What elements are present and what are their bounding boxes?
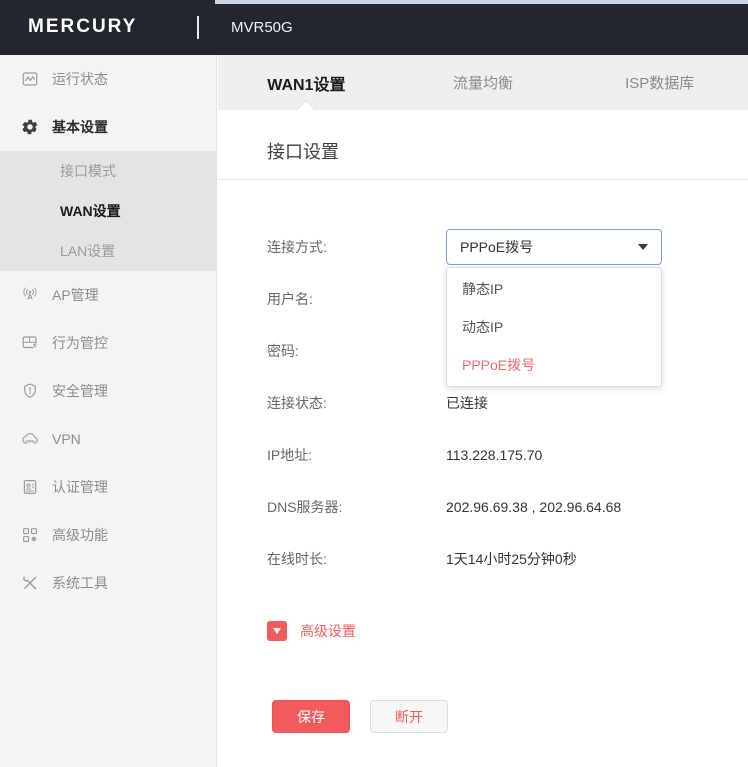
- tab-wan1-settings[interactable]: WAN1设置: [218, 55, 395, 110]
- dns-server-value: 202.96.69.38 , 202.96.64.68: [446, 499, 621, 515]
- id-card-icon: [21, 478, 39, 496]
- connection-type-value: PPPoE拨号: [460, 237, 533, 257]
- sidebar-item-security-management[interactable]: 安全管理: [0, 367, 216, 415]
- sidebar-item-label: VPN: [52, 431, 81, 447]
- advanced-grid-icon: [21, 526, 39, 544]
- sidebar-item-label: 行为管控: [52, 333, 108, 353]
- tab-traffic-balance[interactable]: 流量均衡: [395, 55, 572, 110]
- sidebar-item-running-status[interactable]: 运行状态: [0, 55, 216, 103]
- shield-icon: [21, 382, 39, 400]
- sidebar-item-label: 高级功能: [52, 525, 108, 545]
- form-buttons: 保存 断开: [272, 700, 748, 733]
- dropdown-option-dynamic-ip[interactable]: 动态IP: [447, 308, 661, 346]
- sidebar-item-label: 认证管理: [52, 477, 108, 497]
- connection-status-value: 已连接: [446, 393, 488, 413]
- advanced-settings-toggle[interactable]: 高级设置: [267, 605, 397, 657]
- password-label: 密码:: [267, 341, 446, 361]
- header-divider: [197, 16, 199, 39]
- uptime-row: 在线时长: 1天14小时25分钟0秒: [267, 533, 748, 585]
- username-label: 用户名:: [267, 289, 446, 309]
- tools-icon: [21, 574, 39, 592]
- connection-type-select[interactable]: PPPoE拨号: [446, 229, 662, 265]
- submenu-item-lan-settings[interactable]: LAN设置: [0, 231, 216, 271]
- sidebar-item-auth-management[interactable]: 认证管理: [0, 463, 216, 511]
- submenu-item-interface-mode[interactable]: 接口模式: [0, 151, 216, 191]
- top-edge-strip: [215, 0, 748, 4]
- sidebar-item-ap-management[interactable]: AP管理: [0, 271, 216, 319]
- tab-bar: WAN1设置 流量均衡 ISP数据库: [218, 55, 748, 110]
- triangle-down-icon: [273, 628, 281, 634]
- submenu-item-wan-settings[interactable]: WAN设置: [0, 191, 216, 231]
- dns-server-row: DNS服务器: 202.96.69.38 , 202.96.64.68: [267, 481, 748, 533]
- svg-text:VPN: VPN: [25, 439, 34, 444]
- chevron-down-icon: [638, 244, 648, 250]
- dropdown-option-static-ip[interactable]: 静态IP: [447, 270, 661, 308]
- ap-antenna-icon: [21, 286, 39, 304]
- connection-type-dropdown: 静态IP 动态IP PPPoE拨号: [446, 267, 662, 387]
- sidebar-item-advanced-functions[interactable]: 高级功能: [0, 511, 216, 559]
- wan-settings-form: 连接方式: PPPoE拨号 静态IP 动态IP PPPoE拨号 用户名: 密码:…: [218, 180, 748, 733]
- brand-logo: MERCURY: [28, 16, 137, 38]
- behavior-control-icon: [21, 334, 39, 352]
- uptime-value: 1天14小时25分钟0秒: [446, 549, 577, 569]
- connection-status-label: 连接状态:: [267, 393, 446, 413]
- tab-isp-database[interactable]: ISP数据库: [571, 55, 748, 110]
- sidebar-item-label: 安全管理: [52, 381, 108, 401]
- ip-address-value: 113.228.175.70: [446, 447, 542, 463]
- sidebar-item-label: 基本设置: [52, 117, 108, 137]
- gear-icon: [21, 118, 39, 136]
- sidebar-item-basic-settings[interactable]: 基本设置: [0, 103, 216, 151]
- device-model: MVR50G: [231, 19, 293, 36]
- dns-server-label: DNS服务器:: [267, 497, 446, 517]
- vpn-cloud-icon: VPN: [21, 430, 39, 448]
- ip-address-label: IP地址:: [267, 445, 446, 465]
- status-chart-icon: [21, 70, 39, 88]
- disconnect-button[interactable]: 断开: [370, 700, 448, 733]
- sidebar-item-label: 运行状态: [52, 69, 108, 89]
- advanced-settings-label: 高级设置: [300, 621, 356, 641]
- advanced-toggle-icon: [267, 621, 287, 641]
- connection-type-label: 连接方式:: [267, 237, 446, 257]
- sidebar-item-system-tools[interactable]: 系统工具: [0, 559, 216, 607]
- uptime-label: 在线时长:: [267, 549, 446, 569]
- sidebar-nav: 运行状态 基本设置 接口模式 WAN设置 LAN设置 AP管理 行为管控: [0, 55, 217, 767]
- sidebar-item-behavior-control[interactable]: 行为管控: [0, 319, 216, 367]
- main-content: WAN1设置 流量均衡 ISP数据库 接口设置 连接方式: PPPoE拨号 静态…: [218, 55, 748, 767]
- sidebar-item-label: AP管理: [52, 285, 99, 305]
- basic-settings-submenu: 接口模式 WAN设置 LAN设置: [0, 151, 216, 271]
- app-header: MERCURY MVR50G: [0, 0, 748, 55]
- section-title: 接口设置: [218, 110, 748, 180]
- sidebar-item-vpn[interactable]: VPN VPN: [0, 415, 216, 463]
- ip-address-row: IP地址: 113.228.175.70: [267, 429, 748, 481]
- sidebar-item-label: 系统工具: [52, 573, 108, 593]
- connection-type-row: 连接方式: PPPoE拨号 静态IP 动态IP PPPoE拨号: [267, 221, 748, 273]
- dropdown-option-pppoe[interactable]: PPPoE拨号: [447, 346, 661, 384]
- save-button[interactable]: 保存: [272, 700, 350, 733]
